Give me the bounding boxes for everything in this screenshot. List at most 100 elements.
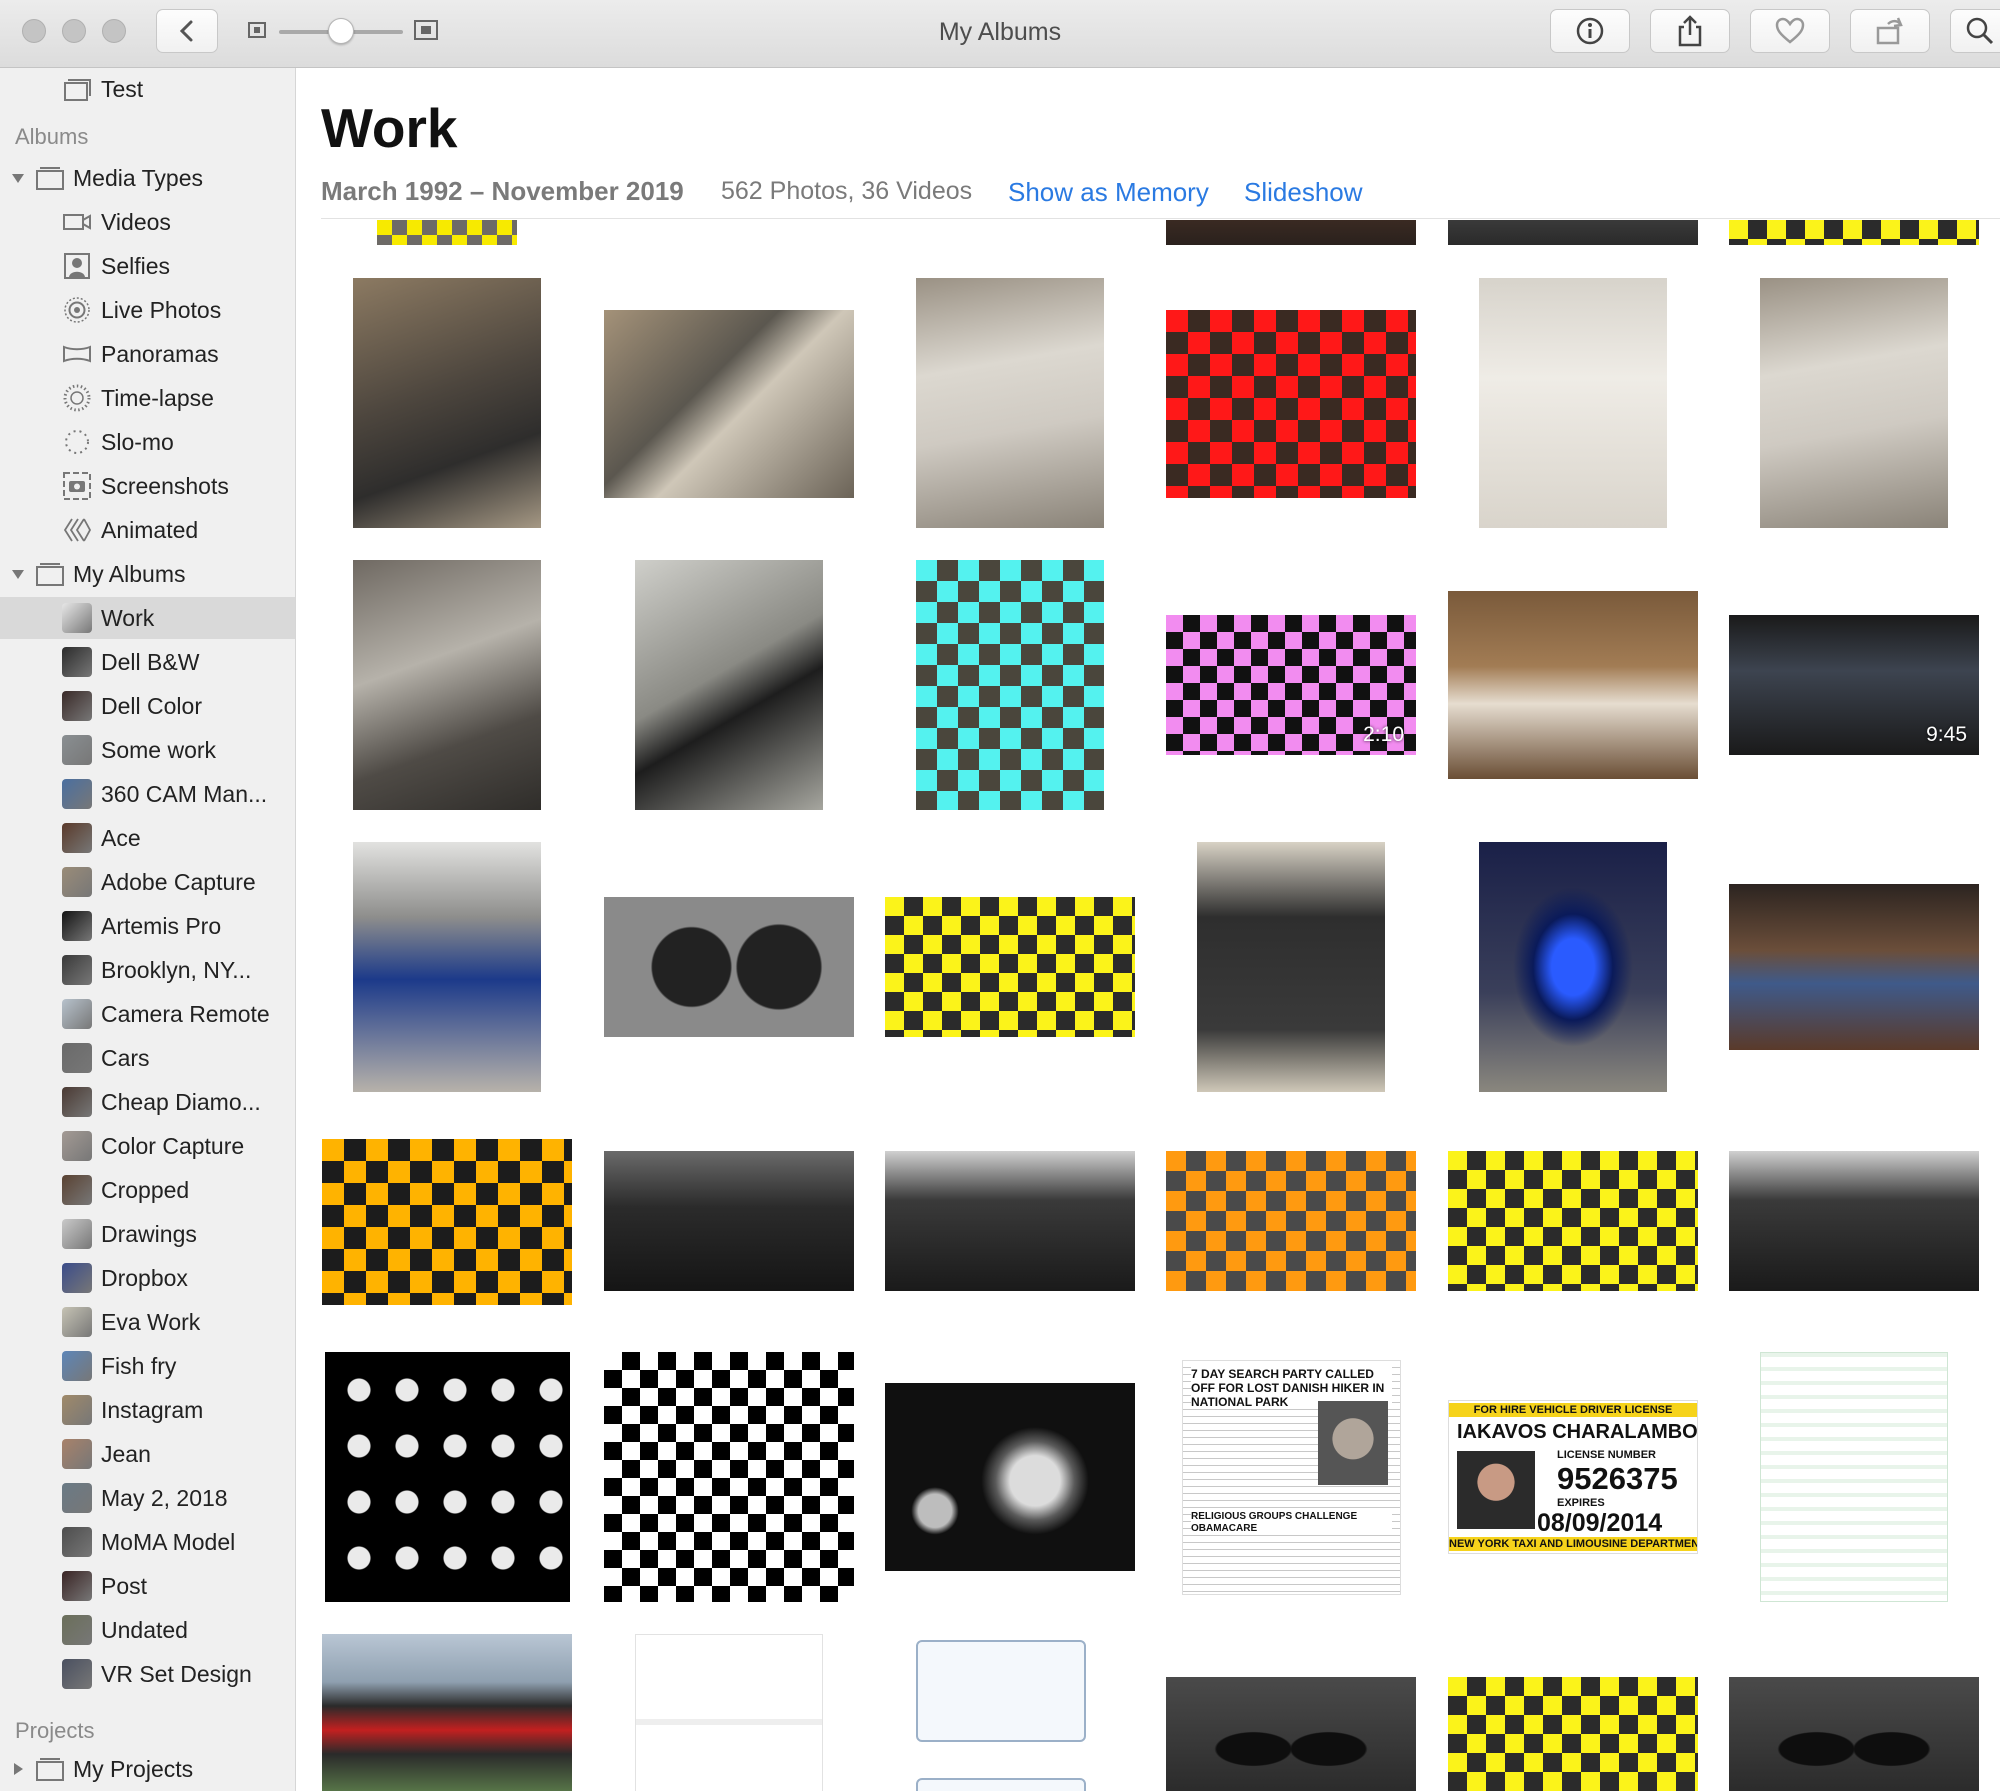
photo-thumbnail[interactable] [1729, 220, 1979, 245]
sidebar-item-selfies[interactable]: Selfies [0, 245, 295, 287]
minimize-window-button[interactable] [62, 19, 86, 43]
sidebar-album-item[interactable]: Dell Color [0, 685, 295, 727]
sidebar-album-item[interactable]: Work [0, 597, 295, 639]
photo-thumbnail[interactable] [1166, 1677, 1416, 1791]
sidebar-group-my-albums[interactable]: My Albums [0, 553, 295, 595]
photo-thumbnail[interactable] [885, 897, 1135, 1037]
close-window-button[interactable] [22, 19, 46, 43]
sidebar-album-item[interactable]: Post [0, 1565, 295, 1607]
back-button[interactable] [156, 9, 218, 53]
sidebar-album-item[interactable]: Dell B&W [0, 641, 295, 683]
album-thumbnail [62, 779, 92, 809]
photo-thumbnail[interactable] [322, 1634, 572, 1791]
disclosure-down-icon[interactable] [11, 567, 25, 581]
photo-thumbnail[interactable] [353, 560, 541, 810]
disclosure-down-icon[interactable] [11, 171, 25, 185]
video-thumbnail[interactable]: 9:45 [1729, 615, 1979, 755]
sidebar-album-item[interactable]: Ace [0, 817, 295, 859]
sidebar-album-item[interactable]: Dropbox [0, 1257, 295, 1299]
photo-thumbnail[interactable] [1448, 1677, 1698, 1791]
photo-thumbnail[interactable] [325, 1352, 570, 1602]
show-as-memory-link[interactable]: Show as Memory [1008, 177, 1209, 208]
sidebar-album-item[interactable]: Some work [0, 729, 295, 771]
photo-thumbnail[interactable] [604, 897, 854, 1037]
photo-thumbnail[interactable] [1166, 1151, 1416, 1291]
photo-thumbnail[interactable] [1479, 842, 1667, 1092]
photo-thumbnail[interactable] [1448, 1151, 1698, 1291]
photo-thumbnail[interactable]: FOR HIRE VEHICLE DRIVER LICENSE IAKAVOS … [1448, 1400, 1698, 1554]
slideshow-link[interactable]: Slideshow [1244, 177, 1363, 208]
sidebar-album-item[interactable]: Jean [0, 1433, 295, 1475]
info-button[interactable] [1550, 9, 1630, 53]
sidebar-group-my-projects[interactable]: My Projects [0, 1748, 295, 1790]
sidebar-album-item[interactable]: 360 CAM Man... [0, 773, 295, 815]
photo-thumbnail[interactable] [1448, 591, 1698, 779]
album-thumbnail [62, 823, 92, 853]
photo-thumbnail[interactable] [1729, 1151, 1979, 1291]
photo-thumbnail[interactable] [635, 560, 823, 810]
sidebar-album-item[interactable]: May 2, 2018 [0, 1477, 295, 1519]
sidebar-item-test[interactable]: Test [0, 68, 295, 110]
albums-section-header: Albums [15, 124, 89, 149]
photo-thumbnail[interactable] [1166, 220, 1416, 245]
sidebar-album-item[interactable]: Instagram [0, 1389, 295, 1431]
sidebar-item-videos[interactable]: Videos [0, 201, 295, 243]
photo-thumbnail[interactable] [1760, 278, 1948, 528]
sidebar-album-item[interactable]: VR Set Design [0, 1653, 295, 1695]
sidebar-item-time-lapse[interactable]: Time-lapse [0, 377, 295, 419]
sidebar-album-item[interactable]: Camera Remote [0, 993, 295, 1035]
photo-thumbnail[interactable] [1729, 1677, 1979, 1791]
favorite-button[interactable] [1750, 9, 1830, 53]
photo-thumbnail[interactable] [885, 1383, 1135, 1571]
photo-thumbnail[interactable] [604, 310, 854, 498]
photo-thumbnail[interactable] [916, 560, 1104, 810]
photo-thumbnail[interactable] [916, 278, 1104, 528]
photo-thumbnail[interactable] [1197, 842, 1385, 1092]
sidebar-album-item[interactable]: Color Capture [0, 1125, 295, 1167]
sidebar-album-item[interactable]: Cropped [0, 1169, 295, 1211]
sidebar-album-item[interactable]: Artemis Pro [0, 905, 295, 947]
live-photo-icon [64, 297, 90, 323]
photo-thumbnail[interactable]: 7 DAY SEARCH PARTY CALLED OFF FOR LOST D… [1182, 1360, 1401, 1595]
sidebar-album-item[interactable]: Cheap Diamo... [0, 1081, 295, 1123]
photo-thumbnail[interactable] [322, 1139, 572, 1305]
sidebar-album-item[interactable]: MoMA Model [0, 1521, 295, 1563]
photo-thumbnail[interactable] [1448, 220, 1698, 245]
photo-thumbnail[interactable] [635, 1634, 823, 1791]
photo-thumbnail[interactable] [353, 278, 541, 528]
photo-thumbnail[interactable] [1729, 884, 1979, 1050]
sidebar-album-item[interactable]: Cars [0, 1037, 295, 1079]
share-button[interactable] [1650, 9, 1730, 53]
rotate-button[interactable] [1850, 9, 1930, 53]
sidebar-album-item[interactable]: Fish fry [0, 1345, 295, 1387]
license-number: 9526375 [1557, 1461, 1678, 1496]
sidebar-item-live-photos[interactable]: Live Photos [0, 289, 295, 331]
zoom-slider-knob[interactable] [328, 18, 354, 44]
photo-thumbnail[interactable] [885, 1151, 1135, 1291]
sidebar-item-screenshots[interactable]: Screenshots [0, 465, 295, 507]
sidebar-group-media-types[interactable]: Media Types [0, 157, 295, 199]
sidebar-album-item[interactable]: Undated [0, 1609, 295, 1651]
photo-thumbnail[interactable] [604, 1151, 854, 1291]
sidebar-item-panoramas[interactable]: Panoramas [0, 333, 295, 375]
album-thumbnail [62, 867, 92, 897]
photo-thumbnail[interactable] [916, 1640, 1086, 1742]
zoom-window-button[interactable] [102, 19, 126, 43]
photo-thumbnail[interactable] [1760, 1352, 1948, 1602]
photo-thumbnail[interactable] [353, 842, 541, 1092]
photo-thumbnail[interactable] [916, 1778, 1086, 1791]
sidebar-item-slo-mo[interactable]: Slo-mo [0, 421, 295, 463]
disclosure-right-icon[interactable] [11, 1762, 25, 1776]
photo-thumbnail[interactable] [604, 1352, 854, 1602]
photo-thumbnail[interactable] [377, 220, 517, 245]
video-thumbnail[interactable]: 2:10 [1166, 615, 1416, 755]
album-label: Cars [101, 1044, 150, 1071]
sidebar-album-item[interactable]: Brooklyn, NY... [0, 949, 295, 991]
sidebar-album-item[interactable]: Adobe Capture [0, 861, 295, 903]
photo-thumbnail[interactable] [1166, 310, 1416, 498]
sidebar-item-animated[interactable]: Animated [0, 509, 295, 551]
sidebar-album-item[interactable]: Eva Work [0, 1301, 295, 1343]
photo-thumbnail[interactable] [1479, 278, 1667, 528]
search-button[interactable] [1950, 9, 2000, 53]
sidebar-album-item[interactable]: Drawings [0, 1213, 295, 1255]
